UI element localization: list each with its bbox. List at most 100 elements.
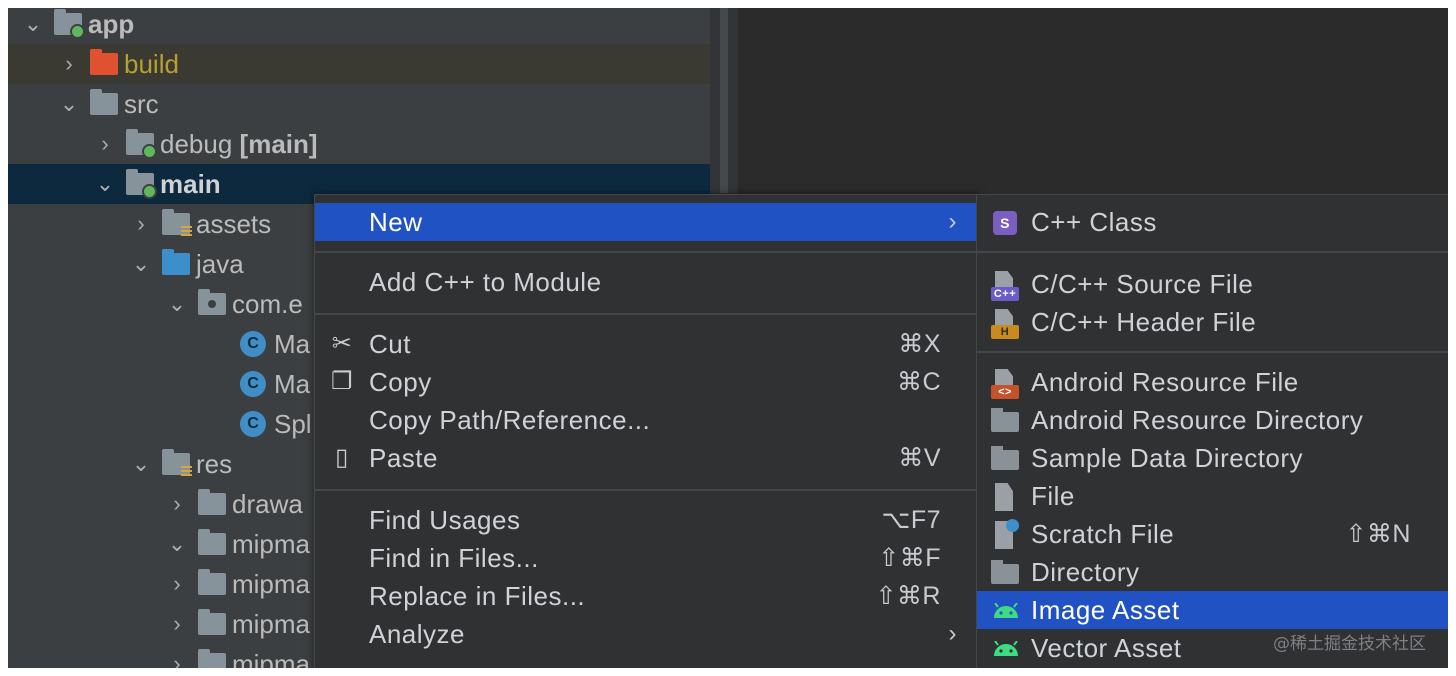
tree-item-label: mipma — [232, 528, 311, 559]
menu-item-new[interactable]: New › — [315, 203, 979, 241]
submenu-item-source-file[interactable]: C++ C/C++ Source File — [977, 265, 1448, 303]
shortcut: ⇧⌘F — [878, 544, 941, 572]
submenu-item-file[interactable]: File — [977, 477, 1448, 515]
chevron-down-icon[interactable]: ⌄ — [128, 451, 154, 477]
menu-item-add-cpp[interactable]: Add C++ to Module — [315, 263, 979, 301]
class-icon: C — [240, 411, 266, 437]
tree-item-src[interactable]: ⌄ src — [8, 84, 710, 124]
chevron-down-icon[interactable]: ⌄ — [164, 291, 190, 317]
chevron-right-icon[interactable]: › — [92, 131, 118, 157]
chevron-right-icon[interactable]: › — [164, 571, 190, 597]
tree-item-label: main — [160, 168, 221, 199]
copy-icon: ❐ — [330, 368, 353, 395]
clipboard-icon: ▯ — [335, 444, 349, 471]
xml-file-icon: <> — [991, 369, 1019, 399]
folder-icon — [198, 489, 226, 515]
folder-icon — [198, 529, 226, 555]
source-set-folder-icon — [126, 129, 157, 159]
chevron-down-icon[interactable]: ⌄ — [20, 11, 46, 37]
menu-item-copy-path[interactable]: Copy Path/Reference... — [315, 401, 979, 439]
menu-item-find-usages[interactable]: Find Usages ⌥F7 — [315, 501, 979, 539]
submenu-item-label: Directory — [1031, 556, 1140, 587]
file-icon — [991, 483, 1019, 511]
android-icon — [991, 635, 1019, 663]
shortcut: ⌥F7 — [881, 506, 941, 534]
menu-item-label: Replace in Files... — [369, 580, 586, 611]
folder-icon — [90, 89, 118, 115]
tree-item-build[interactable]: › build — [8, 44, 710, 84]
tree-item-label: build — [124, 48, 179, 79]
menu-item-paste[interactable]: ▯ Paste ⌘V — [315, 439, 979, 477]
chevron-right-icon[interactable]: › — [56, 51, 82, 77]
chevron-right-icon[interactable]: › — [164, 611, 190, 637]
menu-item-cut[interactable]: ✂ Cut ⌘X — [315, 325, 979, 363]
tree-item-label: Ma — [274, 368, 311, 399]
excluded-folder-icon — [90, 49, 118, 75]
new-submenu: S C++ Class C++ C/C++ Source File H C/C++ H… — [976, 194, 1448, 668]
chevron-right-icon[interactable]: › — [164, 491, 190, 517]
tree-item-label: mipma — [232, 568, 311, 599]
submenu-item-label: Vector Asset — [1031, 632, 1182, 663]
menu-item-label: Copy Path/Reference... — [369, 404, 651, 435]
menu-item-analyze[interactable]: Analyze › — [315, 615, 979, 653]
folder-icon — [198, 649, 226, 668]
shortcut: ⌘C — [896, 368, 941, 396]
tree-item-label: res — [196, 448, 233, 479]
module-folder-icon — [54, 9, 85, 39]
submenu-item-resource-directory[interactable]: Android Resource Directory — [977, 401, 1448, 439]
tree-item-label: debug — [160, 128, 233, 159]
menu-item-find-in-files[interactable]: Find in Files... ⇧⌘F — [315, 539, 979, 577]
tree-item-label: app — [88, 8, 135, 39]
chevron-right-icon[interactable]: › — [128, 211, 154, 237]
submenu-item-label: Android Resource File — [1031, 366, 1299, 397]
shortcut: ⇧⌘N — [1345, 520, 1411, 548]
menu-item-label: Cut — [369, 328, 411, 359]
tree-item-app[interactable]: ⌄ app — [8, 8, 710, 44]
menu-item-label: Add C++ to Module — [369, 266, 602, 297]
chevron-down-icon[interactable]: ⌄ — [128, 251, 154, 277]
submenu-item-label: C/C++ Source File — [1031, 268, 1254, 299]
submenu-item-sample-data[interactable]: Sample Data Directory — [977, 439, 1448, 477]
submenu-item-label: Image Asset — [1031, 594, 1180, 625]
tree-item-label: mipma — [232, 608, 311, 639]
package-icon — [198, 289, 226, 315]
chevron-right-icon[interactable]: › — [164, 651, 190, 668]
shortcut: ⇧⌘R — [875, 582, 941, 610]
folder-icon — [991, 445, 1019, 473]
tree-item-debug[interactable]: › debug [main] — [8, 124, 710, 164]
submenu-arrow-icon: › — [948, 620, 957, 647]
chevron-down-icon[interactable]: ⌄ — [92, 171, 118, 197]
scissors-icon: ✂ — [331, 330, 353, 357]
menu-item-label: Copy — [369, 366, 432, 397]
submenu-arrow-icon: › — [948, 208, 957, 235]
tree-item-label: Spl — [274, 408, 312, 439]
submenu-item-resource-file[interactable]: <> Android Resource File — [977, 363, 1448, 401]
folder-icon — [198, 609, 226, 635]
resources-folder-icon — [162, 209, 192, 237]
menu-separator — [977, 351, 1448, 353]
folder-icon — [991, 559, 1019, 587]
submenu-item-image-asset[interactable]: Image Asset — [977, 591, 1448, 629]
folder-icon — [198, 569, 226, 595]
android-icon — [991, 597, 1019, 625]
ide-window: ⌄ app › build ⌄ src › debug [main] ⌄ main › as… — [8, 8, 1448, 668]
submenu-item-scratch-file[interactable]: Scratch File ⇧⌘N — [977, 515, 1448, 553]
menu-item-replace-in-files[interactable]: Replace in Files... ⇧⌘R — [315, 577, 979, 615]
chevron-down-icon[interactable]: ⌄ — [56, 91, 82, 117]
menu-item-copy[interactable]: ❐ Copy ⌘C — [315, 363, 979, 401]
submenu-item-header-file[interactable]: H C/C++ Header File — [977, 303, 1448, 341]
menu-separator — [315, 489, 979, 491]
tree-item-label: assets — [196, 208, 272, 239]
submenu-item-label: Android Resource Directory — [1031, 404, 1364, 435]
resources-folder-icon — [162, 449, 192, 477]
source-folder-icon — [162, 249, 190, 275]
scrollbar-thumb[interactable] — [720, 8, 728, 193]
menu-separator — [977, 251, 1448, 253]
submenu-item-cpp-class[interactable]: S C++ Class — [977, 203, 1448, 241]
tree-item-label: src — [124, 88, 159, 119]
scratch-file-icon — [991, 519, 1019, 549]
submenu-item-directory[interactable]: Directory — [977, 553, 1448, 591]
class-icon: C — [240, 371, 266, 397]
tree-item-label: drawa — [232, 488, 303, 519]
chevron-down-icon[interactable]: ⌄ — [164, 531, 190, 557]
